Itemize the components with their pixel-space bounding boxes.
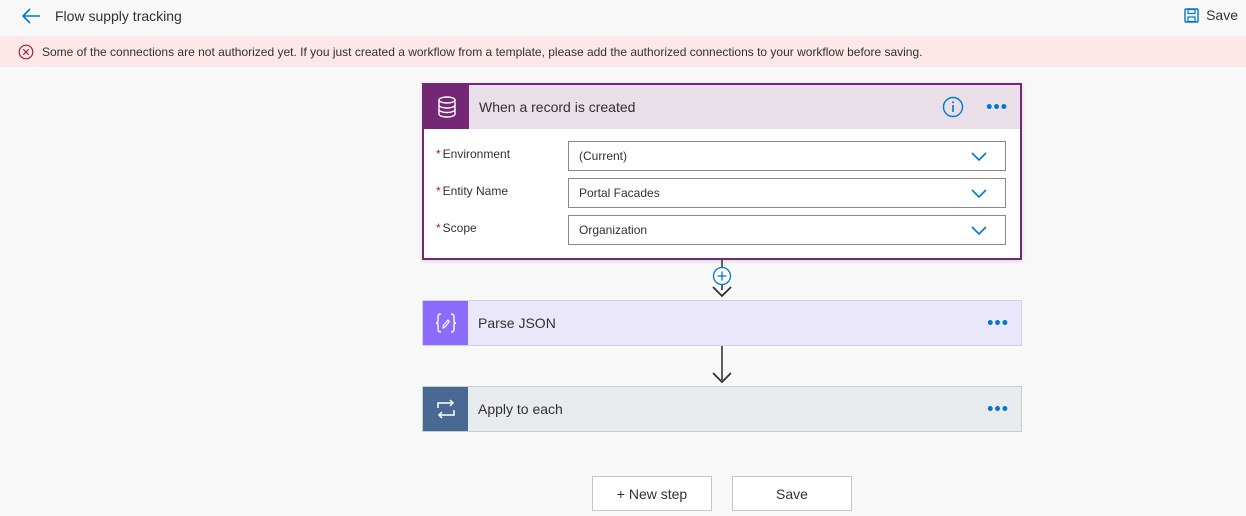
error-banner: Some of the connections are not authoriz… [0, 36, 1246, 67]
parse-json-header[interactable]: Parse JSON ••• [423, 301, 1021, 345]
apply-to-each-more-options-icon[interactable]: ••• [987, 399, 1009, 420]
entity-name-value: Portal Facades [579, 186, 660, 200]
save-top-button[interactable]: Save [1184, 7, 1238, 23]
error-circle-icon [18, 44, 34, 59]
scope-value: Organization [579, 223, 648, 237]
flow-title: Flow supply tracking [55, 8, 182, 24]
environment-row: * Environment (Current) [436, 141, 1008, 171]
entity-name-dropdown[interactable]: Portal Facades [568, 178, 1006, 208]
chevron-down-icon [971, 152, 987, 162]
trigger-card-header[interactable]: When a record is created ••• [424, 85, 1020, 129]
arrow-down-icon [712, 286, 732, 298]
loop-icon [436, 399, 455, 419]
parse-json-title: Parse JSON [478, 315, 556, 331]
apply-to-each-title: Apply to each [478, 401, 563, 417]
database-icon [437, 96, 456, 118]
save-top-label: Save [1206, 7, 1238, 23]
info-icon[interactable] [942, 96, 964, 118]
trigger-icon-box [424, 85, 469, 129]
trigger-card: When a record is created ••• * Environmen… [422, 83, 1022, 260]
entity-name-label: * Entity Name [436, 184, 509, 198]
trigger-title: When a record is created [479, 99, 636, 115]
apply-to-each-icon-box [423, 387, 468, 431]
top-bar: Flow supply tracking Save [0, 0, 1246, 34]
trigger-more-options-icon[interactable]: ••• [986, 97, 1008, 118]
back-arrow-icon[interactable] [20, 6, 42, 26]
parse-json-card[interactable]: Parse JSON ••• [422, 300, 1022, 346]
environment-dropdown[interactable]: (Current) [568, 141, 1006, 171]
json-braces-icon [435, 313, 456, 333]
scope-label: * Scope [436, 221, 477, 235]
entity-name-row: * Entity Name Portal Facades [436, 178, 1008, 208]
arrow-down-icon [712, 372, 732, 384]
apply-to-each-header[interactable]: Apply to each ••• [423, 387, 1021, 431]
save-button[interactable]: Save [732, 476, 852, 511]
scope-dropdown[interactable]: Organization [568, 215, 1006, 245]
apply-to-each-card[interactable]: Apply to each ••• [422, 386, 1022, 432]
parse-json-icon-box [423, 301, 468, 345]
chevron-down-icon [971, 226, 987, 236]
scope-row: * Scope Organization [436, 215, 1008, 245]
chevron-down-icon [971, 189, 987, 199]
new-step-button[interactable]: + New step [592, 476, 712, 511]
save-icon [1184, 7, 1199, 23]
environment-value: (Current) [579, 149, 628, 163]
environment-label: * Environment [436, 147, 511, 161]
banner-message: Some of the connections are not authoriz… [42, 44, 923, 59]
parse-json-more-options-icon[interactable]: ••• [987, 313, 1009, 334]
insert-step-plus-icon[interactable] [712, 266, 732, 286]
